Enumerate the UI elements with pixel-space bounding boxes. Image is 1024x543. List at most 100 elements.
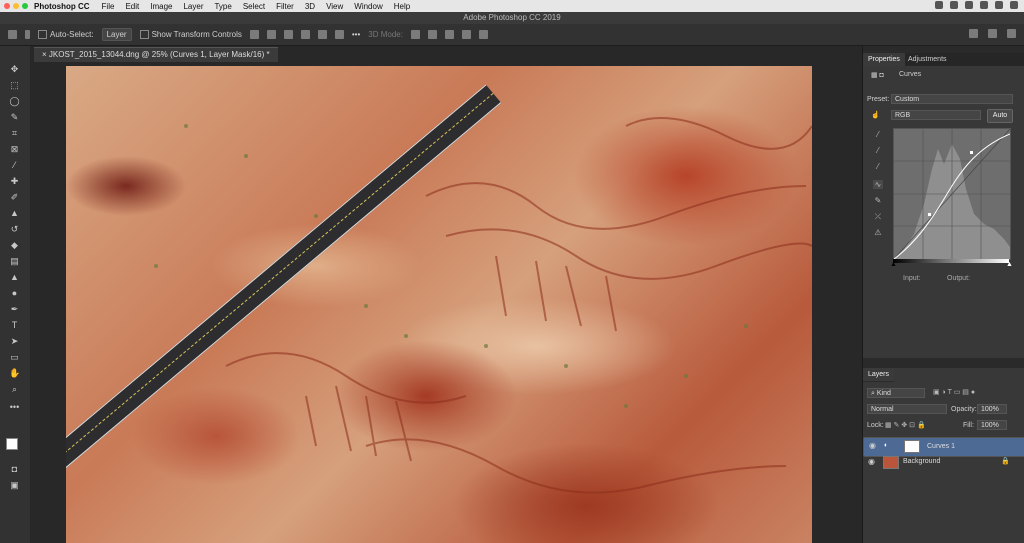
clipping-warning-icon[interactable]: ⚠ <box>873 228 883 237</box>
search-icon[interactable] <box>969 29 978 38</box>
dropbox-icon[interactable] <box>935 1 943 9</box>
tab-adjustments[interactable]: Adjustments <box>903 53 952 66</box>
curve-point[interactable] <box>928 213 931 216</box>
align-left-icon[interactable] <box>300 30 310 39</box>
3d-pan-icon[interactable] <box>444 30 454 39</box>
canvas-area[interactable] <box>30 62 862 543</box>
eyedropper-tool-icon[interactable]: ⁄ <box>9 160 20 170</box>
chevron-down-icon[interactable] <box>25 30 30 39</box>
cloud-icon[interactable] <box>950 1 958 9</box>
wifi-icon[interactable] <box>965 1 973 9</box>
menu-filter[interactable]: Filter <box>276 2 294 11</box>
menu-image[interactable]: Image <box>150 2 172 11</box>
layer-row[interactable]: ◉ Background 🔒 <box>863 454 1024 470</box>
share-icon[interactable] <box>1007 29 1016 38</box>
quick-mask-icon[interactable]: ◘ <box>9 464 20 474</box>
menu-3d[interactable]: 3D <box>305 2 315 11</box>
eye-icon[interactable]: ◉ <box>869 438 876 454</box>
white-point-eyedropper-icon[interactable]: ⁄ <box>873 162 883 171</box>
move-tool-icon[interactable] <box>8 30 17 39</box>
hand-tool-icon[interactable]: ✋ <box>9 368 20 378</box>
3d-rotate-icon[interactable] <box>410 30 420 39</box>
more-options-icon[interactable]: ••• <box>352 30 360 39</box>
preset-dropdown[interactable]: Custom <box>891 94 1013 104</box>
auto-button[interactable]: Auto <box>987 109 1013 123</box>
filter-icons[interactable]: ▣ ◑ T ▭ ▤ ● <box>933 388 975 396</box>
show-transform-checkbox[interactable]: Show Transform Controls <box>139 30 242 40</box>
type-tool-icon[interactable]: T <box>9 320 20 330</box>
close-icon[interactable]: × <box>42 50 49 59</box>
marquee-tool-icon[interactable]: ⬚ <box>9 80 20 90</box>
blur-tool-icon[interactable]: ▲ <box>9 272 20 282</box>
quick-select-tool-icon[interactable]: ✎ <box>9 112 20 122</box>
3d-scale-icon[interactable] <box>478 30 488 39</box>
eraser-tool-icon[interactable]: ◆ <box>9 240 20 250</box>
menu-layer[interactable]: Layer <box>183 2 203 11</box>
pen-tool-icon[interactable]: ✒ <box>9 304 20 314</box>
align-bottom-icon[interactable] <box>283 30 293 39</box>
path-select-tool-icon[interactable]: ➤ <box>9 336 20 346</box>
brush-tool-icon[interactable]: ✐ <box>9 192 20 202</box>
lasso-tool-icon[interactable]: ◯ <box>9 96 20 106</box>
tab-layers[interactable]: Layers <box>863 368 895 382</box>
layer-thumbnail[interactable] <box>883 456 899 469</box>
smooth-curve-icon[interactable]: ⤫ <box>873 212 883 221</box>
foreground-color-swatch[interactable] <box>6 438 18 450</box>
rectangle-tool-icon[interactable]: ▭ <box>9 352 20 362</box>
align-top-icon[interactable] <box>249 30 259 39</box>
menu-select[interactable]: Select <box>243 2 265 11</box>
channel-dropdown[interactable]: RGB <box>891 110 981 120</box>
dodge-tool-icon[interactable]: ● <box>9 288 20 298</box>
app-menu[interactable]: Photoshop CC <box>34 2 90 11</box>
3d-roll-icon[interactable] <box>427 30 437 39</box>
gray-point-eyedropper-icon[interactable]: ⁄ <box>873 146 883 155</box>
fill-field[interactable]: 100% <box>977 420 1007 430</box>
frame-tool-icon[interactable]: ⊠ <box>9 144 20 154</box>
curve-points-icon[interactable]: ∿ <box>873 180 883 189</box>
blend-mode-dropdown[interactable]: Normal <box>867 404 947 414</box>
menu-type[interactable]: Type <box>214 2 231 11</box>
zoom-tool-icon[interactable]: ⌕ <box>9 384 20 394</box>
3d-slide-icon[interactable] <box>461 30 471 39</box>
menu-edit[interactable]: Edit <box>125 2 139 11</box>
auto-select-dropdown[interactable]: Layer <box>101 28 132 41</box>
auto-select-checkbox[interactable]: Auto-Select: <box>38 30 94 40</box>
document-image[interactable] <box>66 66 812 543</box>
curves-graph[interactable] <box>893 128 1011 260</box>
search-icon[interactable] <box>980 1 988 9</box>
layer-filter-dropdown[interactable]: ⌕ Kind <box>867 388 925 398</box>
menu-view[interactable]: View <box>326 2 343 11</box>
tab-properties[interactable]: Properties <box>863 53 905 66</box>
align-right-icon[interactable] <box>334 30 344 39</box>
menu-help[interactable]: Help <box>394 2 410 11</box>
align-center-icon[interactable] <box>317 30 327 39</box>
eye-icon[interactable]: ◉ <box>868 454 875 470</box>
curve-point[interactable] <box>970 151 973 154</box>
menu-list-icon[interactable] <box>1010 1 1018 9</box>
gradient-tool-icon[interactable]: ▤ <box>9 256 20 266</box>
healing-brush-tool-icon[interactable]: ✚ <box>9 176 20 186</box>
close-window-button[interactable] <box>4 3 10 9</box>
align-middle-icon[interactable] <box>266 30 276 39</box>
lock-icons[interactable]: ▦ ✎ ✥ ⊡ 🔒 <box>885 421 926 429</box>
screen-mode-icon[interactable]: ▣ <box>9 480 20 490</box>
white-slider-icon[interactable]: ▲ <box>1006 261 1013 268</box>
minimize-window-button[interactable] <box>13 3 19 9</box>
opacity-field[interactable]: 100% <box>977 404 1007 414</box>
clone-stamp-tool-icon[interactable]: ▲ <box>9 208 20 218</box>
pencil-curve-icon[interactable]: ✎ <box>873 196 883 205</box>
workspace-icon[interactable] <box>988 29 997 38</box>
on-image-adjust-icon[interactable]: ☝ <box>871 111 880 119</box>
edit-toolbar-icon[interactable]: ••• <box>9 402 20 412</box>
menu-window[interactable]: Window <box>354 2 382 11</box>
black-point-eyedropper-icon[interactable]: ⁄ <box>873 130 883 139</box>
zoom-window-button[interactable] <box>22 3 28 9</box>
black-slider-icon[interactable]: ▲ <box>890 261 897 268</box>
move-tool-icon[interactable]: ✥ <box>9 64 20 74</box>
user-icon[interactable] <box>995 1 1003 9</box>
crop-tool-icon[interactable]: ⌗ <box>9 128 20 138</box>
layer-mask-thumbnail[interactable] <box>904 440 920 453</box>
history-brush-tool-icon[interactable]: ↺ <box>9 224 20 234</box>
document-tab[interactable]: × JKOST_2015_13044.dng @ 25% (Curves 1, … <box>34 47 278 62</box>
menu-file[interactable]: File <box>102 2 115 11</box>
